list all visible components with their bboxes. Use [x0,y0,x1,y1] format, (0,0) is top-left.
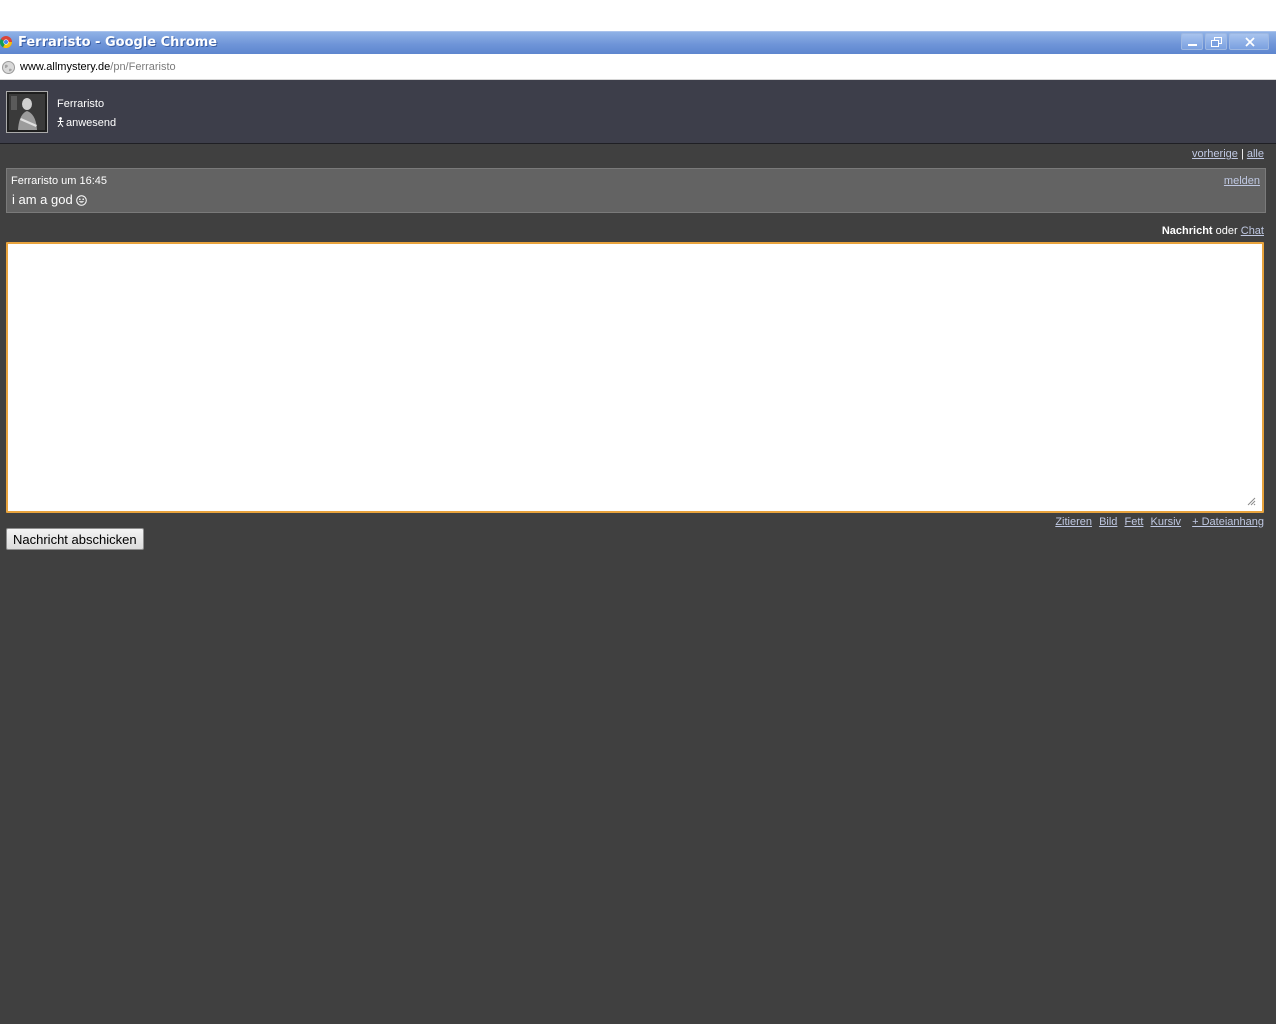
minimize-button[interactable] [1181,33,1203,50]
smiley-icon [75,195,87,206]
all-link[interactable]: alle [1247,148,1264,160]
person-icon [57,117,64,127]
chrome-logo-icon [0,36,12,48]
page-content: Ferraristo anwesend vorherige | alle Fer… [0,80,1276,1024]
report-link[interactable]: melden [1224,175,1260,187]
globe-icon [2,61,15,74]
send-message-button[interactable]: Nachricht abschicken [6,528,144,550]
window-title: Ferraristo - Google Chrome [18,35,218,50]
quote-link[interactable]: Zitieren [1055,516,1092,528]
profile-name[interactable]: Ferraristo [57,98,104,110]
mode-or-label: oder [1215,225,1238,237]
mode-message-label: Nachricht [1161,225,1213,237]
message-text: i am a god [12,192,87,207]
bold-link[interactable]: Fett [1124,516,1143,528]
restore-icon [1211,37,1222,47]
message-meta: Ferraristo um 16:45 [11,175,107,187]
chat-link[interactable]: Chat [1241,225,1264,237]
nav-separator: | [1240,148,1244,160]
message-navigation: vorherige | alle [1192,148,1264,160]
image-link[interactable]: Bild [1099,516,1117,528]
profile-status-text: anwesend [66,117,117,129]
profile-header: Ferraristo anwesend [0,80,1276,144]
url-path: /pn/Ferraristo [110,61,176,73]
window-edge [1276,31,1280,1024]
format-toolbar: Zitieren Bild Fett Kursiv + Dateianhang [1051,516,1264,528]
message-item: Ferraristo um 16:45 melden i am a god [6,168,1266,213]
compose-mode-switch: Nachricht oder Chat [1162,225,1264,237]
attachment-link[interactable]: + Dateianhang [1192,516,1264,528]
message-textarea[interactable] [6,242,1264,513]
profile-status: anwesend [57,117,116,129]
close-button[interactable] [1229,33,1269,50]
window-titlebar: Ferraristo - Google Chrome [0,31,1276,54]
resize-grip-icon[interactable] [1247,497,1256,506]
url-text[interactable]: www.allmystery.de/pn/Ferraristo [20,61,176,73]
address-bar[interactable]: www.allmystery.de/pn/Ferraristo [0,55,1276,80]
minimize-icon [1188,44,1197,46]
close-icon [1245,37,1255,47]
avatar[interactable] [6,91,48,133]
restore-button[interactable] [1205,33,1227,50]
desktop-top-area [0,0,1280,31]
avatar-image [7,92,47,132]
message-body: i am a god [12,192,73,207]
italic-link[interactable]: Kursiv [1151,516,1182,528]
previous-link[interactable]: vorherige [1192,148,1238,160]
url-host: www.allmystery.de [20,61,111,73]
